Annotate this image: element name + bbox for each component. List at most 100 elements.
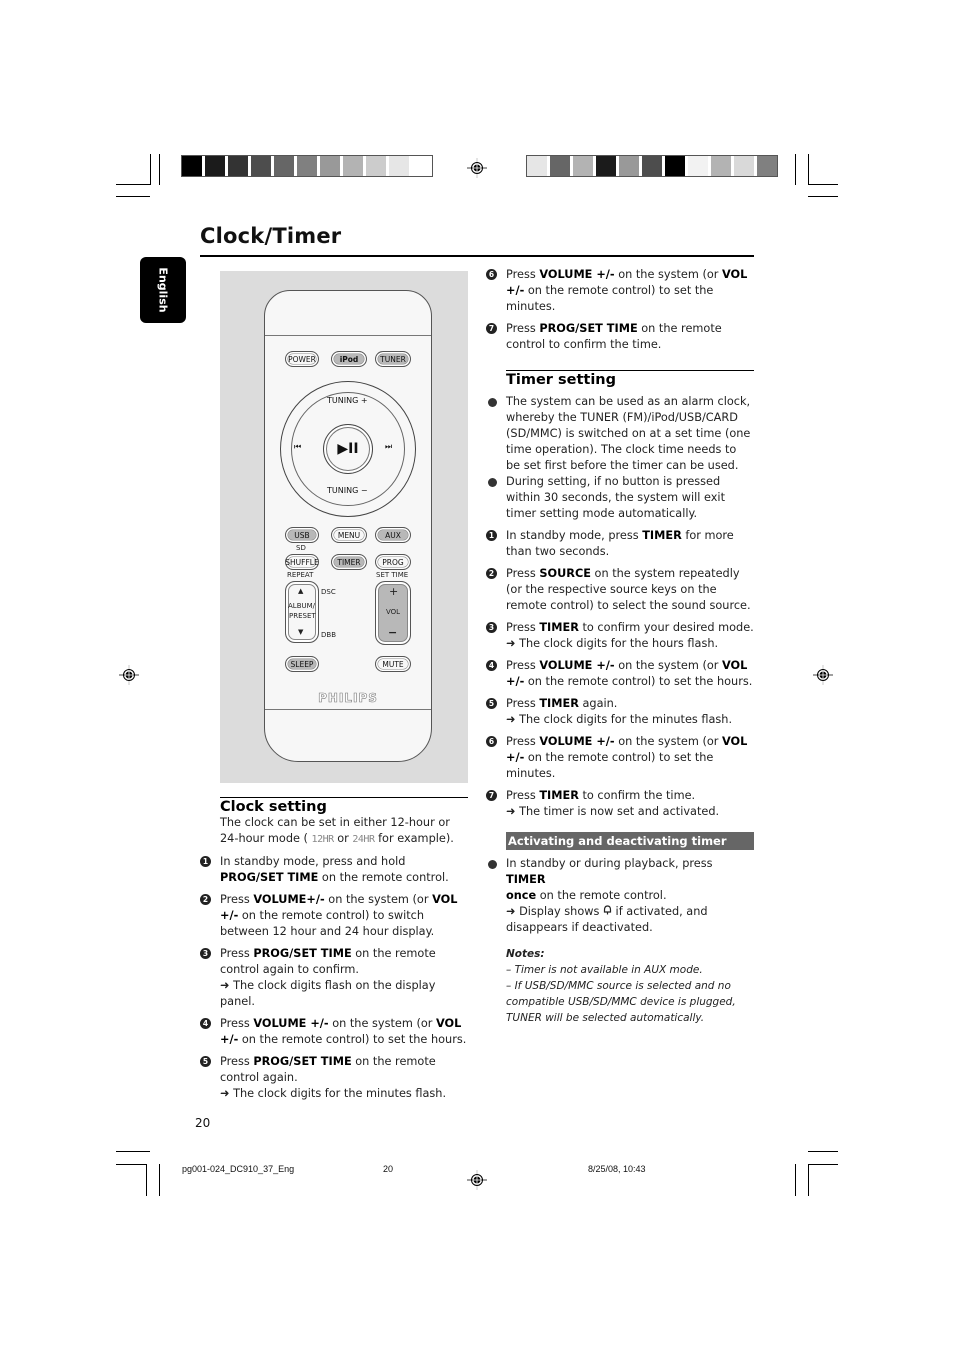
arrow-icon: ➜ [506,637,520,650]
arrow-icon: ➜ [506,805,520,818]
color-swatch [297,156,317,176]
bullet-icon [488,478,497,487]
vol-label: VOL [386,608,401,616]
volume-minus-icon: − [388,626,398,639]
crop-mark [795,154,796,185]
page-title: Clock/Timer [200,224,342,248]
timer-bullet-item: The system can be used as an alarm clock… [486,394,754,474]
step-result: ➜ The clock digits for the minutes flash… [506,713,733,726]
arrow-icon: ➜ [506,905,520,918]
color-swatch [573,156,593,176]
step-result: ➜ The clock digits for the minutes flash… [220,1087,447,1100]
clock-steps-list: 1 In standby mode, press and hold PROG/SE… [200,854,468,1102]
notes-title: Notes: [506,948,545,960]
color-swatch [389,156,409,176]
album-label: ALBUM/ [288,602,316,610]
set-time-label: SET TIME [376,571,409,579]
remote-menu-button: MENU [331,527,367,543]
step-item: 2 Press VOLUME+/- on the system (or VOL +… [200,892,468,940]
footer-datetime: 8/25/08, 10:43 [588,1164,646,1174]
crop-mark [808,154,809,185]
timer-setting-heading: Timer setting [506,370,754,388]
step-item: 3 Press PROG/SET TIME on the remote contr… [200,946,468,1010]
crop-mark [808,1151,838,1152]
step-number-icon: 3 [486,622,497,633]
crop-mark [116,184,150,185]
step-number-icon: 1 [486,530,497,541]
crop-mark [808,1164,809,1196]
color-calibration-bar-left [181,155,433,177]
crop-mark [146,1164,147,1196]
step-item: 1 In standby mode, press TIMER for more t… [486,528,754,560]
step-result: ➜ The clock digits flash on the display … [220,979,436,1008]
footer-page: 20 [383,1164,394,1174]
note-item: – If USB/SD/MMC source is selected and n… [506,980,736,1024]
remote-control-illustration: POWER iPod TUNER TUNING + TUNING − ⏮ ⏭ ▶… [220,271,468,783]
tuning-up-label: TUNING + [327,396,368,405]
step-number-icon: 7 [486,790,497,801]
crop-mark [795,1164,796,1196]
clock-setting-intro: The clock can be set in either 12-hour o… [220,816,454,845]
bullet-icon [488,860,497,869]
step-item: 6 Press VOLUME +/- on the system (or VOL … [486,267,754,315]
repeat-label: REPEAT [287,571,314,579]
remote-usb-button: USB [285,527,319,543]
remote-prog-button: PROG [375,554,411,570]
note-item: – Timer is not available in AUX mode. [506,964,703,976]
registration-mark-icon [119,665,139,685]
album-down-icon: ▼ [298,628,304,636]
arrow-icon: ➜ [220,1087,234,1100]
crop-mark [116,1164,146,1165]
clock-setting-heading: Clock setting [220,797,468,815]
crop-mark [808,184,838,185]
activating-timer-heading: Activating and deactivating timer [506,832,754,850]
album-up-icon: ▲ [298,587,304,595]
lcd-24hr: 24HR [352,834,375,845]
step-number-icon: 4 [486,660,497,671]
remote-timer-button: TIMER [331,554,367,570]
color-swatch [182,156,202,176]
title-rule [200,255,754,257]
step-number-icon: 7 [486,323,497,334]
page-number: 20 [195,1116,211,1130]
timer-bullets-list: The system can be used as an alarm clock… [486,394,754,522]
preset-label: PRESET [289,612,316,620]
color-swatch [228,156,248,176]
remote-divider [265,709,431,710]
clock-steps-continued: 6 Press VOLUME +/- on the system (or VOL … [486,267,754,353]
step-item: 7 Press PROG/SET TIME on the remote contr… [486,321,754,353]
step-item: 7 Press TIMER to confirm the time. ➜ The t… [486,788,754,820]
step-item: 4 Press VOLUME +/- on the system (or VOL … [486,658,754,690]
crop-mark [808,1164,838,1165]
volume-rocker: + VOL − [375,581,411,645]
step-item: 5 Press PROG/SET TIME on the remote contr… [200,1054,468,1102]
step-number-icon: 3 [200,948,211,959]
color-swatch [619,156,639,176]
color-swatch [527,156,547,176]
play-pause-icon: ▶II [323,424,373,474]
tuning-down-label: TUNING − [327,486,368,495]
remote-body: POWER iPod TUNER TUNING + TUNING − ⏮ ⏭ ▶… [264,290,432,762]
step-item: 2 Press SOURCE on the system repeatedly (… [486,566,754,614]
step-result: ➜ The timer is now set and activated. [506,805,720,818]
remote-divider [265,335,431,336]
volume-plus-icon: + [389,585,399,598]
crop-mark [116,196,150,197]
color-swatch [757,156,777,176]
crop-mark [116,1151,150,1152]
footer-filename: pg001-024_DC910_37_Eng [182,1164,295,1174]
arrow-icon: ➜ [220,979,234,992]
step-item: 6 Press VOLUME +/- on the system (or VOL … [486,734,754,782]
crop-mark [150,154,151,185]
color-swatch [366,156,386,176]
color-swatch [205,156,225,176]
color-swatch [642,156,662,176]
registration-mark-icon [467,158,487,178]
crop-mark [808,196,838,197]
activating-bullet: In standby or during playback, press TIM… [486,856,754,936]
remote-dpad: TUNING + TUNING − ⏮ ⏭ ▶II [280,381,416,517]
step-number-icon: 2 [486,568,497,579]
alarm-bell-icon [603,905,612,915]
crop-mark [159,154,160,185]
step-item: 4 Press VOLUME +/- on the system (or VOL … [200,1016,468,1048]
